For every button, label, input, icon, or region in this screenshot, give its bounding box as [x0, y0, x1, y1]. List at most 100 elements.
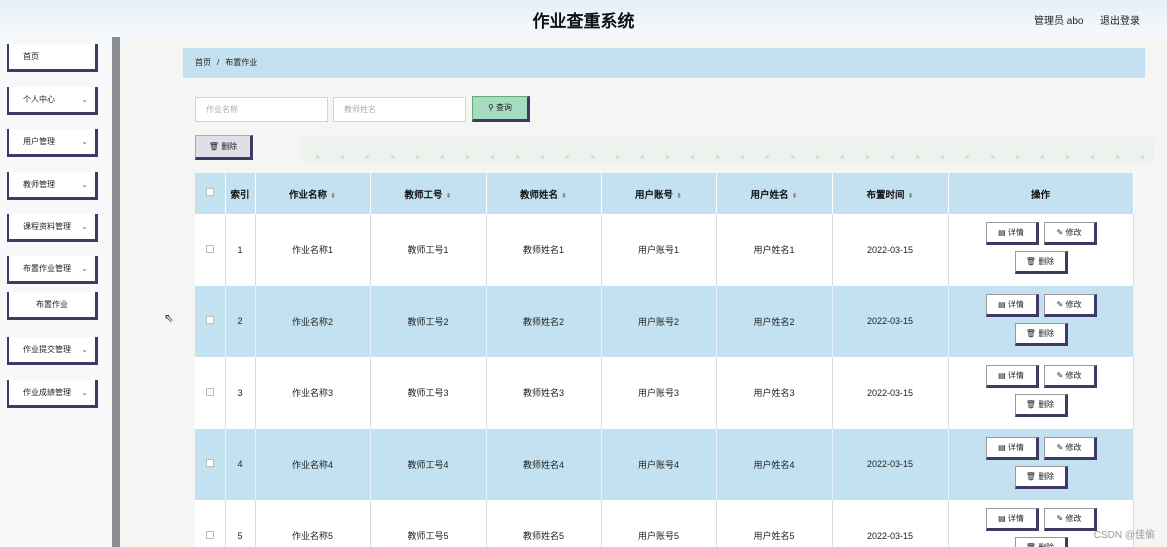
column-header-teacher-name[interactable]: 教师姓名 ⬍ [486, 173, 602, 214]
edit-button-label: 修改 [1065, 228, 1082, 238]
breadcrumb-home[interactable]: 首页 [195, 58, 211, 67]
column-header-actions: 操作 [948, 173, 1134, 214]
edit-button[interactable]: ✎ 修改 [1043, 293, 1097, 317]
column-header-label: 教师姓名 [520, 189, 559, 201]
column-header-teacher-id[interactable]: 教师工号 ⬍ [370, 173, 487, 214]
table-cell: 2022-03-15 [832, 428, 949, 500]
breadcrumb-current: 布置作业 [225, 58, 258, 67]
edit-button[interactable]: ✎ 修改 [1043, 508, 1097, 532]
sort-icon[interactable]: ⬍ [676, 193, 682, 200]
row-select-cell[interactable] [195, 285, 226, 357]
delete-button-label: 删除 [221, 142, 238, 151]
detail-button-label: 详情 [1007, 442, 1024, 452]
chevron-down-icon: ⌄ [81, 264, 88, 273]
column-header-label: 用户姓名 [750, 189, 789, 201]
table-cell: 4 [225, 428, 256, 500]
pencil-icon: ✎ [1056, 228, 1064, 238]
sort-icon[interactable]: ⬍ [908, 193, 914, 200]
detail-button[interactable]: ▤ 详情 [985, 222, 1039, 246]
document-icon: ▤ [998, 442, 1006, 452]
edit-button[interactable]: ✎ 修改 [1043, 436, 1097, 460]
row-delete-button[interactable]: 🗑 删除 [1014, 251, 1068, 275]
breadcrumb: 首页 / 布置作业 [183, 48, 1145, 78]
table-cell: 教师姓名1 [486, 214, 602, 286]
select-all-cell[interactable] [195, 173, 226, 214]
table-cell: 作业名称4 [255, 428, 371, 500]
row-actions: ▤ 详情 ✎ 修改 🗑 删除 [948, 214, 1134, 286]
chevron-down-icon: ⌄ [81, 180, 88, 189]
detail-button-label: 详情 [1007, 228, 1024, 238]
sort-icon[interactable]: ⬍ [561, 193, 567, 200]
row-delete-button-label: 删除 [1038, 471, 1055, 481]
sidebar-item-label: 课程资料管理 [23, 222, 71, 231]
edit-button-label: 修改 [1065, 442, 1082, 452]
logout-link[interactable]: 退出登录 [1100, 12, 1140, 27]
sidebar-item-teacher-management[interactable]: 教师管理 ⌄ [7, 172, 98, 200]
document-icon: ▤ [998, 299, 1006, 309]
edit-button[interactable]: ✎ 修改 [1043, 222, 1097, 246]
row-select-cell[interactable] [195, 357, 226, 429]
row-checkbox[interactable] [205, 316, 214, 325]
trash-icon: 🗑 [1025, 471, 1036, 481]
row-delete-button-label: 删除 [1038, 400, 1055, 410]
column-header-user-name[interactable]: 用户姓名 ⬍ [716, 173, 833, 214]
detail-button[interactable]: ▤ 详情 [985, 293, 1039, 317]
column-header-label: 作业名称 [289, 189, 328, 201]
query-button[interactable]: ⚲ 查询 [472, 96, 530, 122]
sidebar-scrollbar[interactable] [112, 37, 120, 547]
row-delete-button-label: 删除 [1038, 543, 1054, 547]
trash-icon: 🗑 [1026, 543, 1036, 547]
sidebar-item-label: 用户管理 [23, 137, 55, 146]
table-row: 1 作业名称1 教师工号1 教师姓名1 用户账号1 用户姓名1 2022-03-… [195, 214, 1134, 286]
chevron-down-icon: ⌄ [81, 137, 88, 146]
detail-button[interactable]: ▤ 详情 [985, 365, 1039, 389]
row-checkbox[interactable] [205, 244, 214, 253]
row-select-cell[interactable] [195, 428, 226, 500]
detail-button[interactable]: ▤ 详情 [985, 508, 1039, 532]
table-cell: 3 [225, 357, 256, 429]
column-header-user-account[interactable]: 用户账号 ⬍ [601, 173, 717, 214]
column-header-assign-time[interactable]: 布置时间 ⬍ [832, 173, 949, 214]
edit-button[interactable]: ✎ 修改 [1043, 365, 1097, 389]
breadcrumb-separator: / [217, 58, 220, 67]
search-icon: ⚲ [487, 103, 494, 112]
trash-icon: 🗑 [1025, 257, 1036, 267]
pencil-icon: ✎ [1056, 442, 1064, 452]
sidebar-item-personal-center[interactable]: 个人中心 ⌄ [7, 87, 98, 115]
sort-icon[interactable]: ⬍ [446, 193, 452, 200]
row-checkbox[interactable] [205, 459, 214, 468]
bulk-delete-button[interactable]: 🗑 删除 [195, 135, 253, 160]
sort-icon[interactable]: ⬍ [330, 193, 336, 200]
table-row: 2 作业名称2 教师工号2 教师姓名2 用户账号2 用户姓名2 2022-03-… [195, 285, 1134, 357]
detail-button[interactable]: ▤ 详情 [985, 436, 1039, 460]
table-cell: 2022-03-15 [832, 500, 949, 547]
table-row: 5 作业名称5 教师工号5 教师姓名5 用户账号5 用户姓名5 2022-03-… [195, 500, 1134, 547]
row-delete-button[interactable]: 🗑 删除 [1014, 537, 1068, 547]
sidebar-item-course-materials[interactable]: 课程资料管理 ⌄ [7, 214, 98, 242]
table-row: 4 作业名称4 教师工号4 教师姓名4 用户账号4 用户姓名4 2022-03-… [195, 428, 1134, 500]
sort-icon[interactable]: ⬍ [792, 193, 798, 200]
row-delete-button[interactable]: 🗑 删除 [1014, 322, 1068, 346]
sidebar-item-submission-management[interactable]: 作业提交管理 ⌄ [7, 337, 98, 365]
row-select-cell[interactable] [195, 500, 226, 547]
row-delete-button[interactable]: 🗑 删除 [1014, 394, 1068, 418]
row-select-cell[interactable] [195, 214, 226, 286]
column-header-label: 教师工号 [404, 189, 443, 201]
row-checkbox[interactable] [205, 387, 214, 396]
sidebar-item-home[interactable]: 首页 [7, 44, 98, 72]
sidebar-item-assignment-management[interactable]: 布置作业管理 ⌄ [7, 256, 98, 284]
row-checkbox[interactable] [205, 530, 214, 539]
table-cell: 2 [225, 285, 256, 357]
column-header-name[interactable]: 作业名称 ⬍ [255, 173, 371, 214]
sidebar-item-user-management[interactable]: 用户管理 ⌄ [7, 129, 98, 157]
sidebar-subitem-assign-homework[interactable]: 布置作业 [7, 292, 98, 320]
table-cell: 教师工号5 [370, 500, 487, 547]
table-cell: 作业名称1 [255, 214, 371, 286]
assignment-name-search-input[interactable]: 作业名称 [195, 97, 328, 122]
select-all-checkbox[interactable] [205, 188, 214, 196]
edit-button-label: 修改 [1065, 299, 1082, 309]
teacher-name-search-input[interactable]: 教师姓名 [333, 97, 466, 122]
row-delete-button[interactable]: 🗑 删除 [1014, 465, 1068, 489]
sidebar-item-grade-management[interactable]: 作业成绩管理 ⌄ [7, 380, 98, 408]
table-cell: 用户账号1 [601, 214, 717, 286]
